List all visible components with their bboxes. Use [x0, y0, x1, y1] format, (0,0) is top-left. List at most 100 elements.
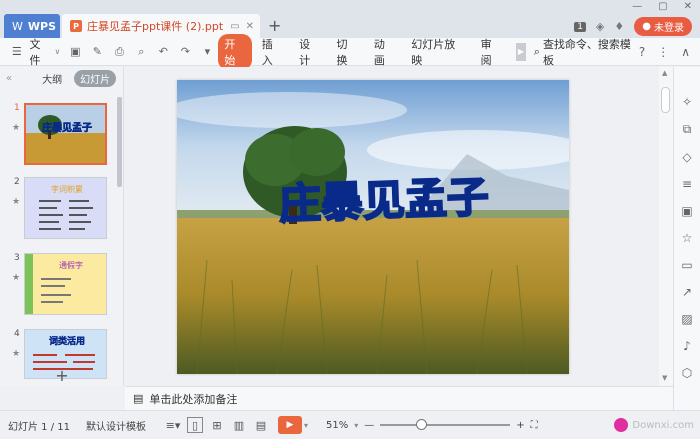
shirt-icon[interactable]: ♦ [614, 20, 624, 33]
share-icon[interactable]: ↗ [682, 285, 692, 299]
tab-close-icon[interactable]: ✕ [246, 21, 254, 32]
notes-bar[interactable]: ▤ 单击此处添加备注 [125, 386, 673, 410]
tab-slides[interactable]: 幻灯片 [74, 69, 117, 87]
command-search[interactable]: ⌕ 查找命令、搜索模板 [534, 36, 639, 68]
slide-number: 1 [14, 103, 20, 113]
slide-number: 3 [14, 253, 20, 263]
login-label: 未登录 [654, 23, 684, 34]
slide-number: 4 [14, 329, 20, 339]
tab-insert[interactable]: 插入 [256, 34, 289, 70]
thumbnail-scrollbar[interactable] [117, 97, 122, 187]
zoom-level[interactable]: 51% [326, 420, 348, 431]
tab-outline[interactable]: 大纲 [36, 70, 68, 87]
print-preview-icon[interactable]: ⌕ [134, 45, 148, 59]
watermark: Downxi.com [614, 418, 700, 432]
search-icon: ⌕ [533, 44, 540, 58]
scroll-up-icon[interactable]: ▲ [662, 69, 667, 77]
menu-bar: ☰ 文件 ∨ ▣ ✎ ⎙ ⌕ ↶ ↷ ▾ 开始 插入 设计 切换 动画 幻灯片放… [0, 33, 700, 70]
file-menu-label: 文件 [29, 37, 41, 67]
format-painter-icon[interactable]: ✎ [90, 45, 104, 59]
hamburger-menu-icon[interactable]: ☰ [10, 45, 24, 59]
star-icon: ★ [12, 273, 21, 283]
notes-toggle-icon[interactable]: ≡▾ [166, 418, 181, 432]
scroll-down-icon[interactable]: ▼ [662, 374, 667, 382]
slide-canvas: 庄暴见孟子 [125, 67, 659, 386]
print-icon[interactable]: ⎙ [112, 45, 126, 59]
settings-sliders-icon[interactable]: ≡ [682, 177, 692, 191]
minimize-icon[interactable]: — [632, 1, 642, 12]
tab-review[interactable]: 审阅 [475, 34, 508, 70]
title-bar: W WPS P 庄暴见孟子ppt课件 (2).ppt ▭ ✕ + — ▢ ✕ 1… [0, 0, 700, 38]
zoom-in-icon[interactable]: + [516, 420, 524, 431]
wps-home-tab[interactable]: W WPS [4, 14, 60, 38]
file-menu[interactable]: 文件 ∨ [30, 36, 61, 68]
skin-icon[interactable]: ◈ [596, 20, 604, 33]
window-restore-icon[interactable]: ▭ [230, 21, 239, 32]
tab-scroll-right-button[interactable]: ▶ [516, 42, 526, 61]
tab-home[interactable]: 开始 [218, 33, 252, 70]
fit-window-icon[interactable]: ⛶ [531, 420, 538, 431]
copy-icon[interactable]: ⧉ [683, 122, 692, 137]
image-tools-icon[interactable]: ▣ [681, 204, 692, 218]
zoom-out-icon[interactable]: — [364, 420, 374, 431]
thumbnail-title: 庄暴见孟子 [42, 121, 92, 134]
user-icon: ● [642, 21, 651, 32]
slide-number: 2 [14, 177, 20, 187]
wps-logo-icon: W [12, 19, 23, 33]
shield-icon[interactable]: ⬡ [682, 366, 692, 380]
slide-thumbnail-2[interactable]: 2 ★ 字词积累 [0, 177, 114, 243]
slide-thumbnail-1[interactable]: 1 ★ 庄暴见孟子 [0, 103, 114, 169]
sound-icon[interactable]: ♪ [683, 339, 691, 353]
zoom-slider[interactable] [380, 419, 511, 430]
notes-placeholder[interactable]: 单击此处添加备注 [149, 391, 237, 407]
play-options-icon[interactable]: ▾ [304, 421, 308, 430]
command-search-label: 查找命令、搜索模板 [542, 37, 631, 67]
collapse-panel-icon[interactable]: « [6, 73, 12, 84]
watermark-logo-icon [614, 418, 629, 432]
help-icon[interactable]: ? [639, 45, 645, 59]
archive-icon[interactable]: ▭ [681, 258, 692, 272]
ppt-file-icon: P [70, 20, 82, 32]
undo-icon[interactable]: ↶ [156, 45, 170, 59]
template-name[interactable]: 默认设计模板 [86, 418, 146, 433]
star-icon: ★ [12, 349, 21, 359]
zoom-level-dropdown-icon[interactable]: ▾ [354, 421, 358, 430]
new-tab-button[interactable]: + [268, 16, 281, 35]
normal-view-icon[interactable]: ▯ [187, 417, 203, 433]
scrollbar-thumb[interactable] [661, 87, 670, 113]
maximize-icon[interactable]: ▢ [658, 1, 667, 12]
workspace-badge[interactable]: 1 [574, 21, 586, 32]
thumbnail-title: 词类活用 [49, 335, 85, 347]
canvas-scrollbar[interactable]: ▲ ▼ [659, 67, 673, 386]
thumbnail-title: 通假字 [59, 260, 83, 270]
slide-sorter-icon[interactable]: ⊞ [210, 418, 224, 432]
star-icon: ★ [12, 197, 21, 207]
status-bar: 幻灯片 1 / 11 默认设计模板 ≡▾ ▯ ⊞ ▥ ▤ ▶ ▾ 51% ▾ —… [0, 410, 700, 439]
add-slide-button[interactable]: + [0, 364, 124, 386]
reading-view-icon[interactable]: ▥ [232, 418, 246, 432]
magic-icon[interactable]: ✧ [682, 95, 692, 109]
presenter-view-icon[interactable]: ▤ [254, 418, 268, 432]
notes-icon: ▤ [133, 392, 144, 405]
shape-icon[interactable]: ◇ [682, 150, 691, 164]
more-icon[interactable]: ▾ [200, 45, 214, 59]
tab-slideshow[interactable]: 幻灯片放映 [405, 34, 470, 70]
picture-icon[interactable]: ▨ [681, 312, 692, 326]
zoom-slider-knob[interactable] [415, 419, 427, 430]
slide-thumbnail-3[interactable]: 3 ★ 通假字 [0, 253, 114, 319]
collapse-ribbon-icon[interactable]: ∧ [681, 45, 690, 59]
tab-transition[interactable]: 切换 [331, 34, 364, 70]
more-options-icon[interactable]: ⋮ [657, 45, 669, 59]
close-window-icon[interactable]: ✕ [684, 1, 692, 12]
login-button[interactable]: ● 未登录 [634, 17, 692, 36]
thumbnail-title: 字词积累 [51, 184, 83, 194]
slide-title[interactable]: 庄暴见孟子 [277, 171, 491, 229]
tab-animation[interactable]: 动画 [368, 34, 401, 70]
redo-icon[interactable]: ↷ [178, 45, 192, 59]
slide-1[interactable]: 庄暴见孟子 [177, 80, 569, 374]
play-slideshow-button[interactable]: ▶ [278, 416, 302, 434]
save-icon[interactable]: ▣ [68, 45, 82, 59]
slide-count: 幻灯片 1 / 11 [8, 421, 70, 433]
tab-design[interactable]: 设计 [293, 34, 326, 70]
star-outline-icon[interactable]: ☆ [682, 231, 693, 245]
